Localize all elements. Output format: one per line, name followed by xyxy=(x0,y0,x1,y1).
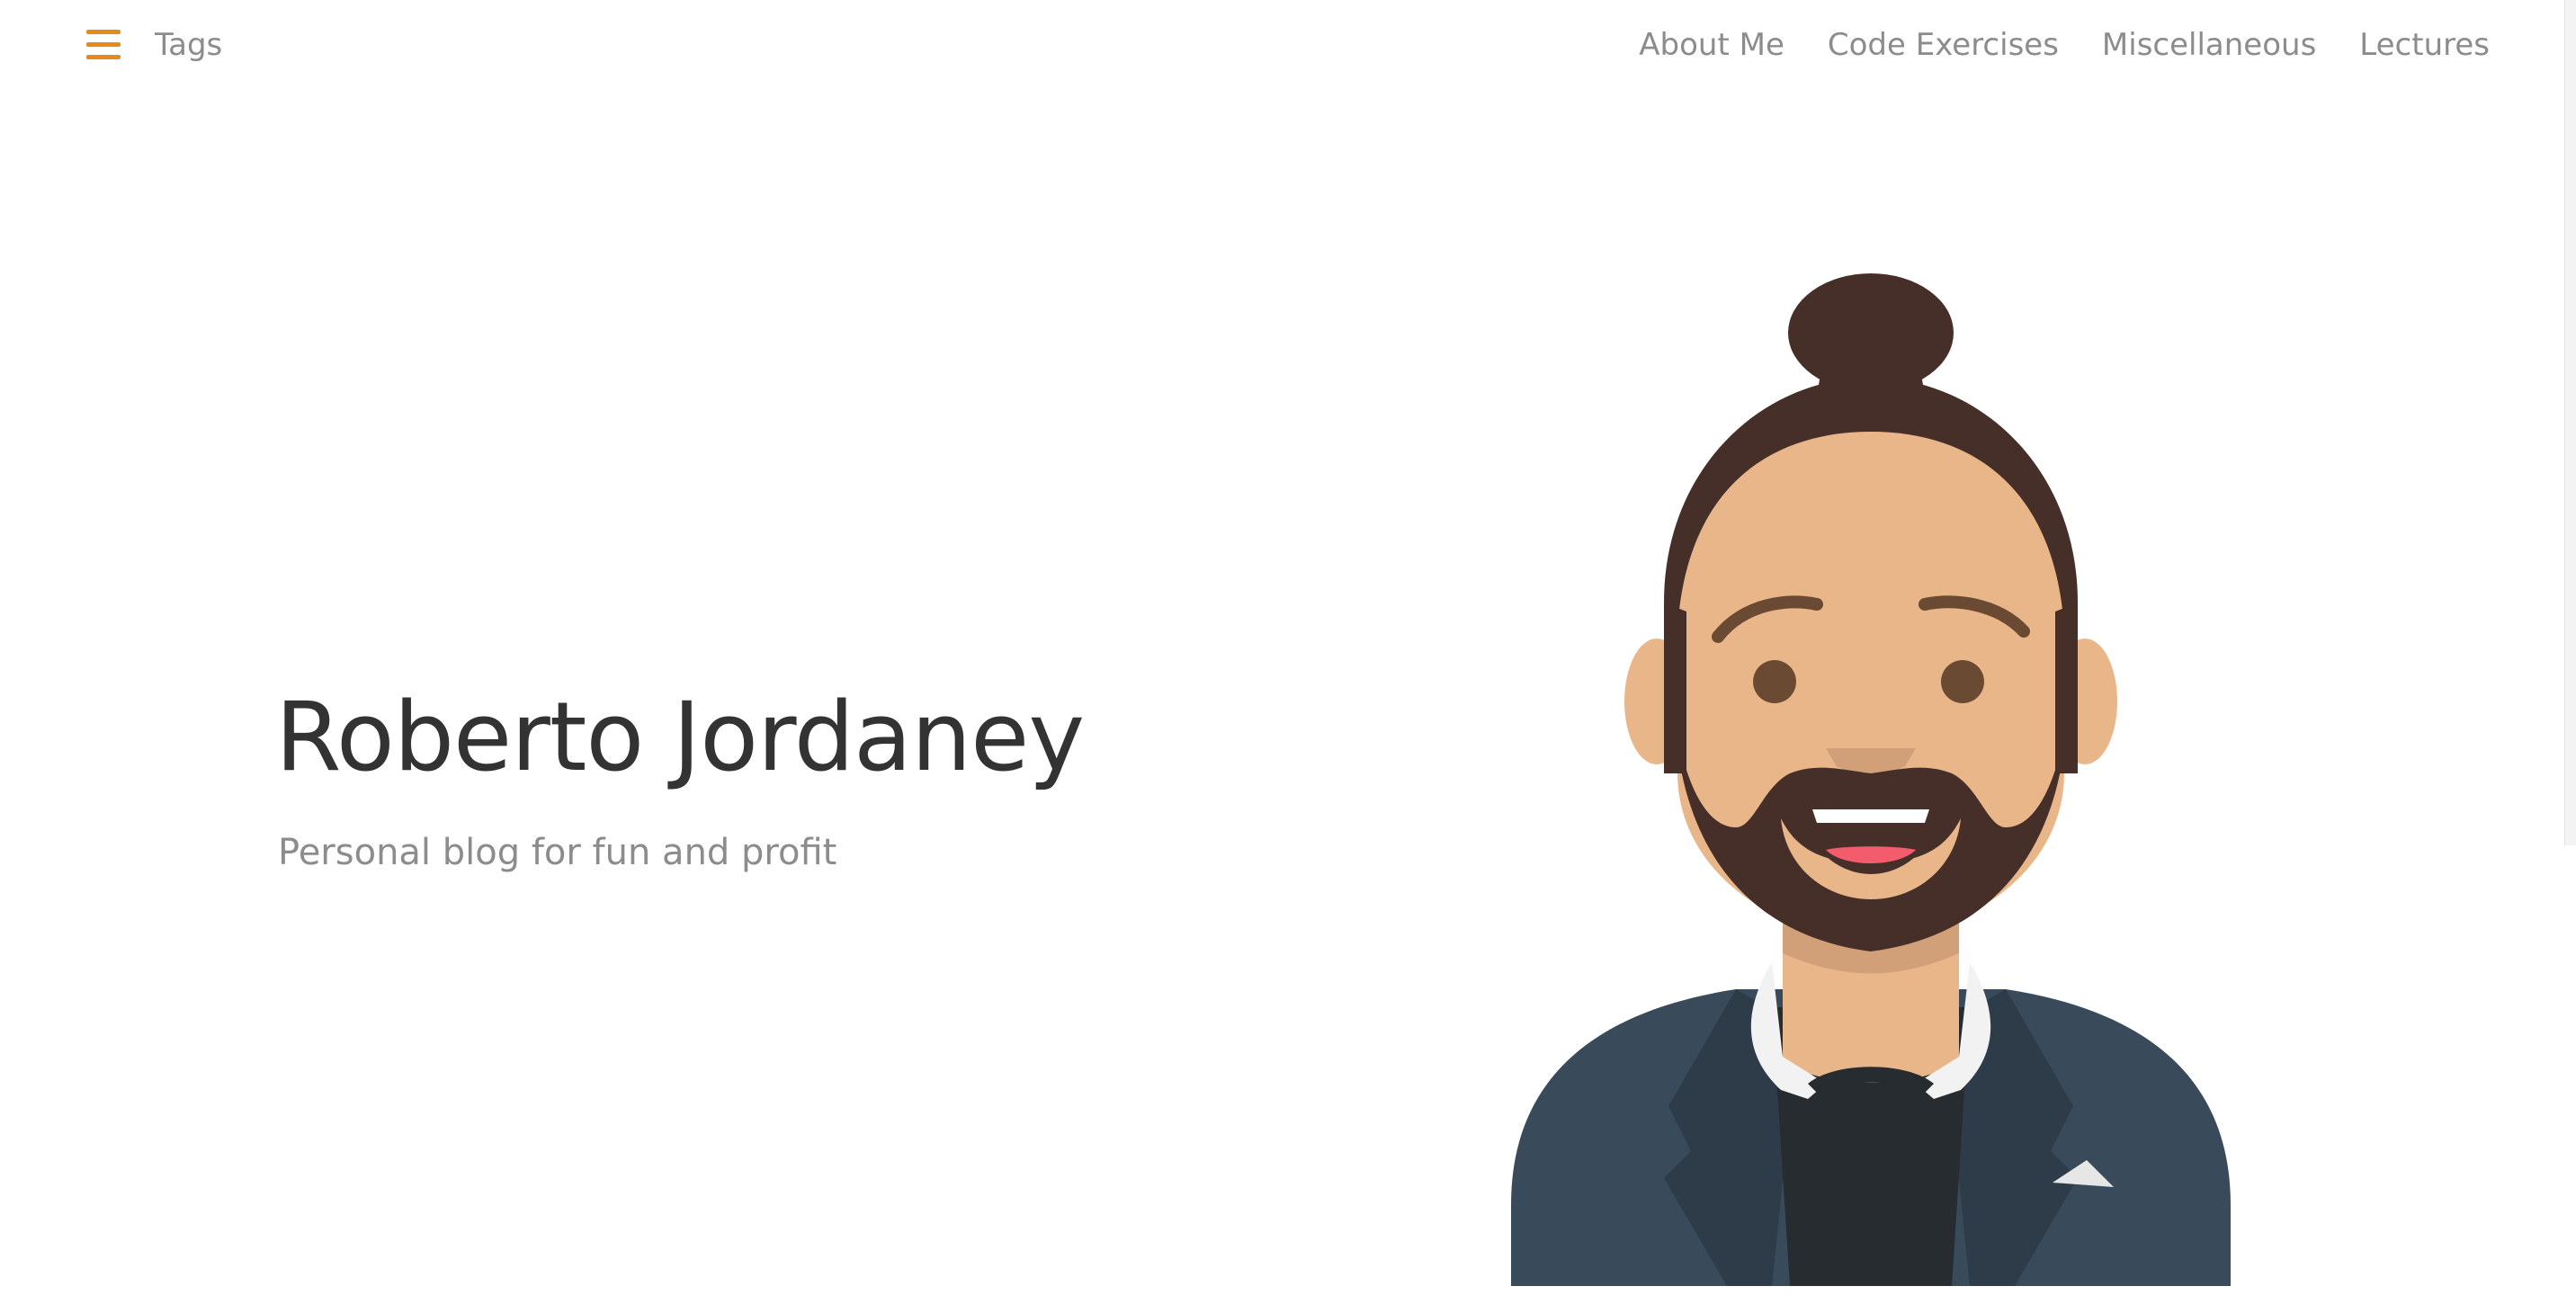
site-subtitle: Personal blog for fun and profit xyxy=(278,832,837,873)
site-title: Roberto Jordaney xyxy=(275,682,1085,792)
page-scrollbar[interactable] xyxy=(2564,0,2576,845)
nav-about-me[interactable]: About Me xyxy=(1639,23,1784,67)
nav-code-exercises[interactable]: Code Exercises xyxy=(1828,23,2059,67)
tags-link[interactable]: Tags xyxy=(155,23,222,67)
nav-lectures[interactable]: Lectures xyxy=(2359,23,2490,67)
hamburger-menu-icon[interactable] xyxy=(85,27,124,63)
nav-miscellaneous[interactable]: Miscellaneous xyxy=(2102,23,2316,67)
main-nav: About Me Code Exercises Miscellaneous Le… xyxy=(1639,23,2490,67)
top-navigation-bar: Tags About Me Code Exercises Miscellaneo… xyxy=(0,0,2576,90)
author-avatar-illustration xyxy=(1502,270,2240,1286)
